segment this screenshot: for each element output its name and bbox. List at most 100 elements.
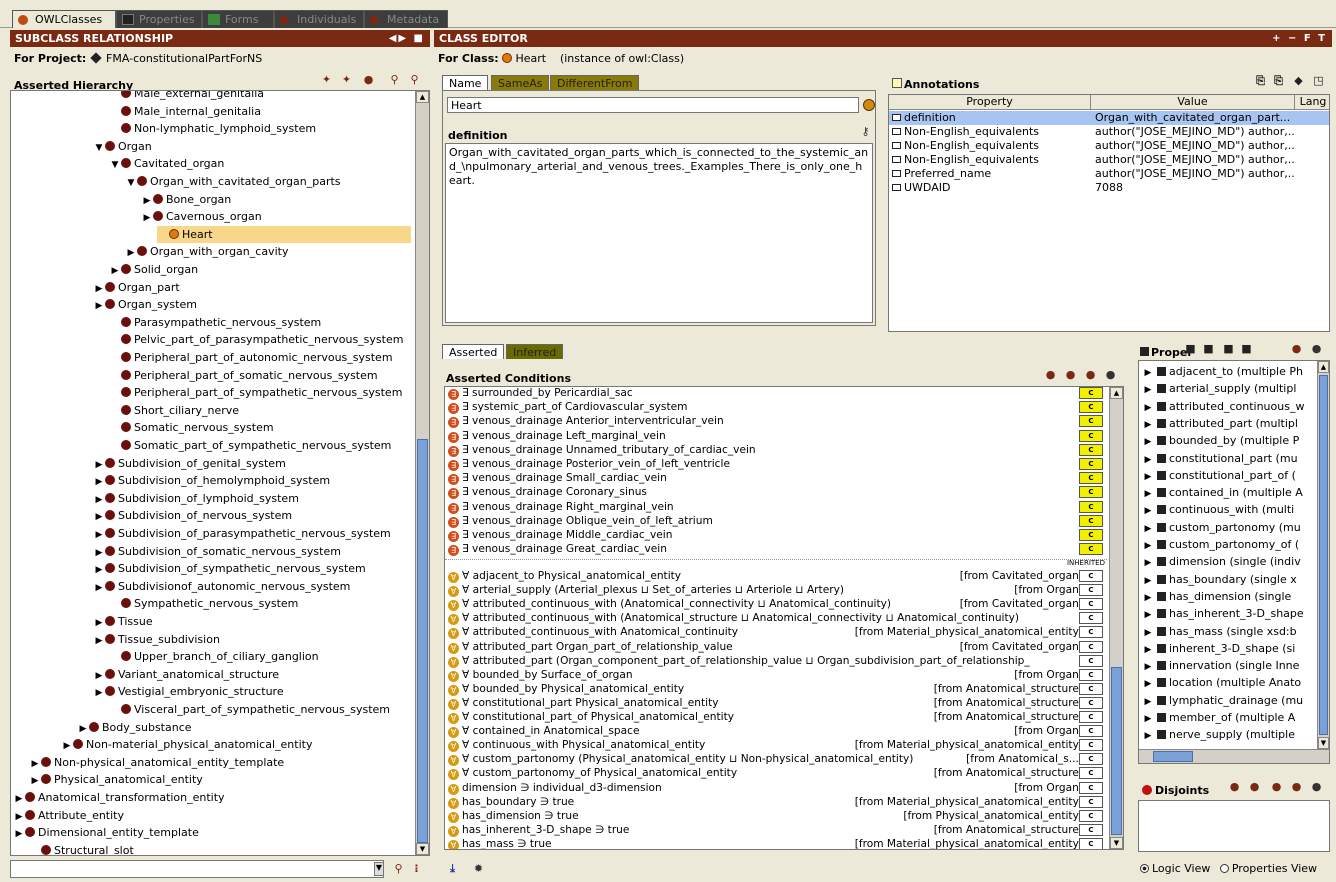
tree-node[interactable]: ▶ Variant_anatomical_structure [93,666,280,685]
inherited-condition[interactable]: ∀ has_mass ∋ true [from Material_physical_… [448,836,1083,849]
annotation-row[interactable]: Non-English_equivalents author("JOSE_MEJI… [889,153,1329,167]
tree-scrollbar[interactable]: ▲ ▼ [415,91,429,855]
prop-add-icon[interactable]: ■ [1184,342,1197,355]
condition-type-button[interactable]: C [1079,429,1103,442]
asserted-condition[interactable]: ∃ ∃ venous_drainage Posterior_vein_of_lef… [448,457,1083,471]
inherited-condition[interactable]: ∀ ∀ attributed_continuous_with (Anatomica… [448,611,1083,626]
inherited-condition[interactable]: ∀ ∀ adjacent_to Physical_anatomical_entit… [448,569,1083,583]
property-item[interactable]: ▶ has_mass (single xsd:b [1142,623,1312,640]
expand-toggle-icon[interactable]: ▶ [93,527,105,544]
condition-type-button[interactable]: C [1079,711,1103,723]
expand-toggle-icon[interactable]: ▶ [29,773,41,790]
tree-node[interactable]: Heart [157,225,411,243]
properties-hscroll-thumb[interactable] [1153,751,1193,762]
property-item[interactable]: ▶ arterial_supply (multipl [1142,380,1312,397]
properties-list[interactable]: ▶ adjacent_to (multiple Ph ▶ arterial_suppl… [1138,360,1330,764]
condition-type-button[interactable]: C [1079,837,1103,849]
expand-toggle-icon[interactable]: ▶ [109,263,121,280]
property-item[interactable]: ▶ inherent_3-D_shape (si [1142,640,1312,657]
tree-node[interactable]: Pelvic_part_of_parasympathetic_nervous_s… [109,331,403,348]
panel-controls-icon[interactable]: ◀▶ ■ [389,32,425,45]
property-item[interactable]: ▶ attributed_continuous_w [1142,398,1312,415]
disjoint-all-icon[interactable]: ● [1290,780,1303,793]
expand-toggle-icon[interactable]: ▶ [1142,452,1154,467]
condition-type-button[interactable]: C [1079,401,1103,414]
expand-toggle-icon[interactable]: ▶ [93,562,105,579]
annotations-table[interactable]: Property Value Lang definition Organ_with… [888,94,1330,332]
add-annotation-value-icon[interactable]: ⎘ [1272,74,1285,87]
expand-toggle-icon[interactable]: ▶ [1142,659,1154,674]
condition-type-button[interactable]: C [1079,443,1103,456]
tree-node[interactable]: ▶ Organ_with_organ_cavity [125,243,289,260]
delete-annotation-icon[interactable]: ◆ [1292,74,1305,87]
condition-type-button[interactable]: C [1079,696,1103,709]
tab-properties[interactable]: Properties [116,10,202,28]
inherited-condition[interactable]: ∀ ∀ contained_in Anatomical_space [from Or… [448,724,1083,739]
annotation-row[interactable]: Non-English_equivalents author("JOSE_MEJI… [889,139,1329,153]
property-item[interactable]: ▶ constitutional_part_of ( [1142,467,1312,484]
property-item[interactable]: ▶ dimension (single (indiv [1142,553,1312,570]
annotation-row[interactable]: definition Organ_with_cavitated_organ_par… [889,111,1329,125]
prop-options-icon[interactable]: ● [1310,342,1323,355]
condition-type-button[interactable]: C [1079,514,1103,527]
asserted-condition[interactable]: ∃ ∃ venous_drainage Small_cardiac_vein [448,471,1083,486]
inherited-condition[interactable]: ∀ ∀ attributed_part Organ_part_of_relatio… [448,639,1083,654]
tree-node[interactable]: Male_internal_genitalia [109,103,261,120]
prop-add-sub-icon[interactable]: ■ [1202,342,1215,355]
inherited-condition[interactable]: ∀ ∀ constitutional_part Physical_anatomic… [448,695,1083,710]
expand-toggle-icon[interactable]: ▶ [93,281,105,298]
search-binoculars-icon[interactable]: ⚲ [392,862,405,875]
expand-toggle-icon[interactable]: ▶ [1142,607,1154,622]
condition-type-button[interactable]: C [1079,598,1103,611]
expand-toggle-icon[interactable]: ▶ [93,457,105,474]
search-dropdown-icon[interactable]: ▼ [374,862,384,876]
condition-type-button[interactable]: C [1079,458,1103,470]
tree-node[interactable]: ▼ Organ [93,138,152,155]
condition-type-button[interactable]: C [1079,753,1103,766]
expand-toggle-icon[interactable]: ▶ [1142,382,1154,397]
tree-node[interactable]: ▶ Subdivision_of_sympathetic_nervous_syst… [93,560,366,577]
inherited-condition[interactable]: ∀ ∀ arterial_supply (Arterial_plexus ⊔ Se… [448,583,1083,598]
tab-owlclasses[interactable]: OWLClasses [12,10,116,28]
tab-metadata[interactable]: Metadata [364,10,448,28]
expand-toggle-icon[interactable]: ▼ [125,175,137,192]
tree-node[interactable]: ▼ Organ_with_cavitated_organ_parts [125,173,341,190]
asserted-condition[interactable]: ∃ ∃ venous_drainage Middle_cardiac_vein [448,528,1083,542]
asserted-condition[interactable]: ∃ ∃ venous_drainage Coronary_sinus [448,485,1083,500]
condition-type-button[interactable]: C [1079,823,1103,836]
expand-toggle-icon[interactable]: ▶ [93,545,105,562]
inherited-condition[interactable]: ∀ ∀ attributed_part (Organ_component_part… [448,654,1083,668]
annotation-options-icon[interactable]: ◳ [1312,74,1325,87]
key-icon[interactable]: ⚷ [859,125,872,138]
property-item[interactable]: ▶ innervation (single Inne [1142,657,1312,674]
properties-hscrollbar[interactable] [1139,749,1329,763]
tree-node[interactable]: ▶ Vestigial_embryonic_structure [93,683,284,700]
inherited-condition[interactable]: ∀ ∀ bounded_by Physical_anatomical_entity… [448,681,1083,696]
search-options-icon[interactable]: ⁝ [410,862,423,875]
condition-type-button[interactable]: C [1079,654,1103,667]
condition-type-button[interactable]: C [1079,612,1103,625]
tab-name[interactable]: Name [442,75,489,90]
expand-toggle-icon[interactable]: ▶ [141,193,153,210]
inherited-condition[interactable]: ∀ has_boundary ∋ true [from Material_physi… [448,794,1083,809]
inherited-condition[interactable]: ∀ ∀ attributed_continuous_with Anatomical… [448,625,1083,640]
add-named-class-icon[interactable]: ● [1064,368,1077,381]
rename-icon[interactable] [863,99,875,111]
annotation-row[interactable]: Preferred_name author("JOSE_MEJINO_MD") a… [889,167,1329,181]
expand-toggle-icon[interactable]: ▶ [1142,676,1154,691]
condition-type-button[interactable]: C [1079,809,1103,822]
tree-node[interactable]: ▶ Subdivision_of_somatic_nervous_system [93,543,341,560]
inherited-condition[interactable]: ∀ ∀ custom_partonomy_of Physical_anatomic… [448,766,1083,781]
tree-node[interactable]: ▶ Subdivision_of_lymphoid_system [93,490,299,507]
expand-toggle-icon[interactable]: ▼ [93,140,105,157]
tree-node[interactable]: ▶ Dimensional_entity_template [13,824,199,841]
property-item[interactable]: ▶ contained_in (multiple A [1142,484,1312,501]
tree-node[interactable]: Somatic_nervous_system [109,419,274,436]
col-value[interactable]: Value [1091,95,1295,110]
tab-inferred[interactable]: Inferred [506,344,564,359]
expand-toggle-icon[interactable]: ▶ [93,668,105,685]
expand-toggle-icon[interactable]: ▶ [13,826,25,843]
condition-type-button[interactable]: C [1079,543,1103,556]
condition-type-button[interactable]: C [1079,668,1103,681]
expand-toggle-icon[interactable]: ▶ [93,298,105,315]
